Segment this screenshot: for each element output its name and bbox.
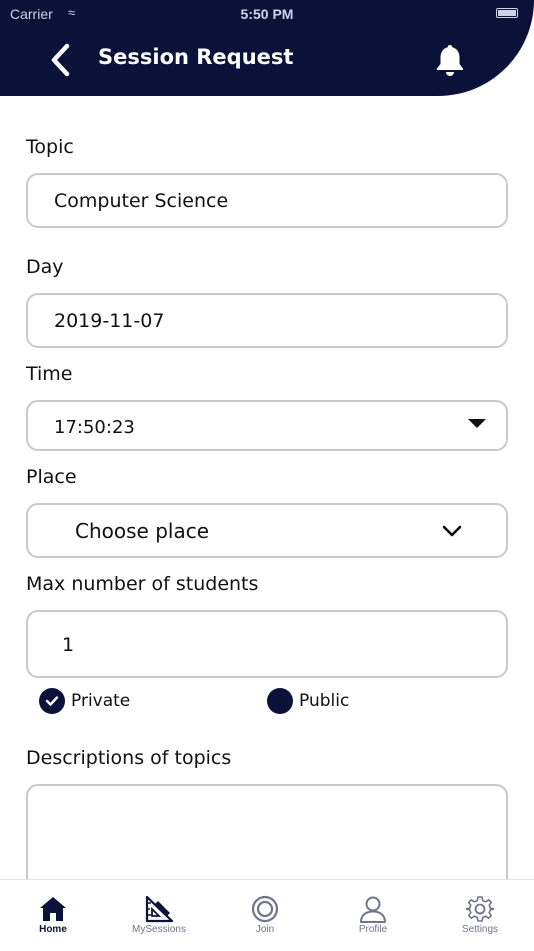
target-icon bbox=[251, 895, 279, 923]
max-students-value: 1 bbox=[62, 634, 75, 656]
descriptions-label: Descriptions of topics bbox=[26, 747, 232, 769]
caret-down-icon bbox=[468, 419, 486, 428]
chevron-left-icon bbox=[51, 43, 70, 77]
max-students-input[interactable]: 1 bbox=[26, 610, 508, 678]
notifications-button[interactable] bbox=[428, 40, 472, 80]
chevron-down-icon bbox=[442, 525, 462, 537]
day-label: Day bbox=[26, 256, 64, 278]
time-value: 17:50:23 bbox=[54, 417, 135, 438]
bell-icon bbox=[437, 45, 463, 76]
tab-settings-label: Settings bbox=[461, 924, 499, 935]
max-students-label: Max number of students bbox=[26, 573, 259, 595]
tab-profile[interactable]: Profile bbox=[320, 880, 426, 951]
time-label: Time bbox=[26, 363, 73, 385]
public-radio[interactable]: Public bbox=[267, 688, 349, 714]
tab-settings[interactable]: Settings bbox=[427, 880, 533, 951]
tab-home-label: Home bbox=[39, 924, 67, 935]
topic-value: Computer Science bbox=[54, 190, 229, 212]
status-time: 5:50 PM bbox=[240, 6, 294, 22]
gear-icon bbox=[466, 896, 494, 922]
page-title: Session Request bbox=[98, 45, 294, 69]
tab-join-label: Join bbox=[255, 924, 275, 935]
time-picker[interactable]: 17:50:23 bbox=[26, 400, 508, 451]
set-square-icon bbox=[145, 895, 174, 923]
topic-input[interactable]: Computer Science bbox=[26, 173, 508, 228]
status-bar: Carrier ≈ 5:50 PM bbox=[0, 0, 534, 28]
tab-join[interactable]: Join bbox=[212, 880, 318, 951]
home-icon bbox=[40, 897, 66, 921]
private-label: Private bbox=[71, 691, 131, 711]
tab-profile-label: Profile bbox=[358, 924, 388, 935]
private-radio[interactable]: Private bbox=[39, 688, 130, 714]
place-dropdown[interactable]: Choose place bbox=[26, 503, 508, 558]
battery-icon bbox=[496, 8, 518, 18]
app-header: Carrier ≈ 5:50 PM Session Request bbox=[0, 0, 534, 96]
person-icon bbox=[360, 896, 386, 923]
place-label: Place bbox=[26, 466, 77, 488]
tab-home[interactable]: Home bbox=[0, 880, 106, 951]
radio-checked-icon bbox=[39, 688, 65, 714]
public-label: Public bbox=[299, 691, 350, 711]
day-value: 2019-11-07 bbox=[54, 310, 165, 332]
radio-unchecked-icon bbox=[267, 688, 293, 714]
day-input[interactable]: 2019-11-07 bbox=[26, 293, 508, 348]
back-button[interactable] bbox=[40, 40, 80, 80]
tab-mysessions[interactable]: MySessions bbox=[106, 880, 212, 951]
place-value: Choose place bbox=[75, 519, 210, 543]
tab-mysessions-label: MySessions bbox=[132, 924, 186, 935]
tab-bar: Home MySessions Join Profile Settings bbox=[0, 879, 534, 951]
topic-label: Topic bbox=[26, 136, 74, 158]
